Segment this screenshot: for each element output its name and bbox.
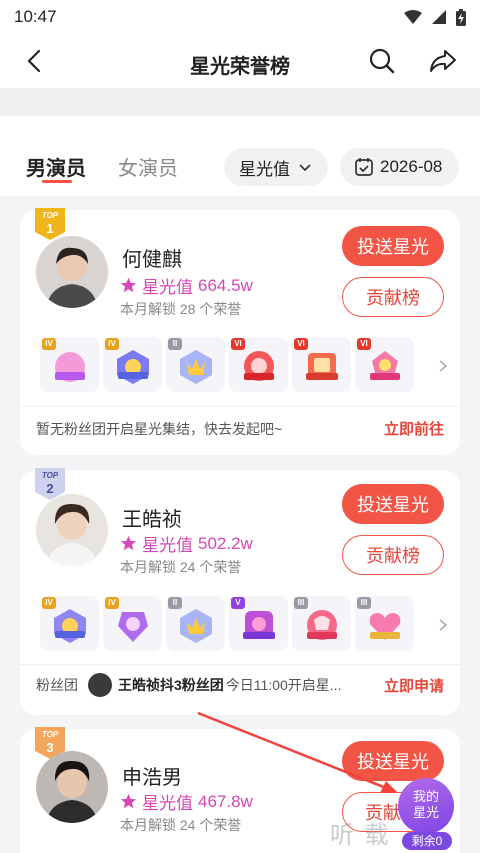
medal-badge[interactable]: II	[166, 337, 225, 392]
medal-badge[interactable]: IV	[40, 337, 99, 392]
medal-row: IV IV II V III III	[40, 596, 414, 651]
active-tab-indicator	[42, 180, 72, 183]
fan-club-event-text: 今日11:00开启星...	[225, 677, 342, 693]
wifi-icon	[404, 10, 422, 24]
star-icon	[120, 793, 137, 809]
rank-number: 1	[46, 221, 54, 236]
fan-club-avatar	[88, 673, 112, 697]
avatar[interactable]	[36, 236, 108, 308]
battery-icon	[456, 8, 466, 26]
avatar[interactable]	[36, 494, 108, 566]
contribution-list-button[interactable]: 贡献榜	[342, 535, 444, 575]
tab-male-actors[interactable]: 男演员	[26, 152, 86, 181]
tab-female-actors[interactable]: 女演员	[118, 152, 178, 181]
rank-number: 2	[46, 481, 54, 496]
unlock-text: 本月解锁 28 个荣誉	[120, 301, 242, 317]
calendar-icon	[355, 158, 373, 176]
medal-badge[interactable]: VI	[355, 337, 414, 392]
my-starlight-line1: 我的	[412, 789, 439, 804]
unlock-text: 本月解锁 24 个荣誉	[120, 817, 242, 833]
star-value-row: 星光值 467.8w	[120, 789, 253, 814]
date-picker[interactable]: 2026-08	[340, 148, 459, 186]
sort-label: 星光值	[239, 159, 290, 179]
apply-now-link[interactable]: 立即申请	[384, 675, 444, 696]
medal-badge[interactable]: III	[292, 596, 351, 651]
star-value: 664.5w	[198, 275, 253, 295]
star-label: 星光值	[142, 278, 193, 297]
medal-badge[interactable]: VI	[292, 337, 351, 392]
actor-name: 申浩男	[122, 767, 182, 789]
star-icon	[120, 277, 137, 293]
ranking-card-3: TOP 3 申浩男 星光值 467.8w 本月解锁 24 个荣誉 投送星光 贡献	[20, 727, 460, 853]
send-starlight-button[interactable]: 投送星光	[342, 226, 444, 266]
ranking-card-2: TOP 2 王皓祯 星光值 502.2w 本月解锁 24 个荣誉 投送星光 贡献…	[20, 468, 460, 715]
fan-club-label: 粉丝团	[36, 677, 78, 693]
remaining-count-badge: 剩余0	[402, 832, 452, 850]
status-icons	[404, 8, 466, 26]
rank-top-text: TOP	[41, 211, 59, 220]
star-label: 星光值	[142, 794, 193, 813]
medal-badge[interactable]: VI	[229, 337, 288, 392]
fan-club-empty-text: 暂无粉丝团开启星光集结，快去发起吧~	[36, 421, 283, 437]
chevron-down-icon	[299, 164, 311, 172]
medal-row: IV IV II VI VI VI	[40, 337, 414, 392]
watermark: 听 载	[330, 822, 391, 849]
sort-dropdown[interactable]: 星光值	[224, 148, 328, 186]
fan-club-row: 粉丝团 王皓祯抖3粉丝团 今日11:00开启星...	[36, 673, 366, 697]
medal-badge[interactable]: IV	[103, 596, 162, 651]
my-starlight-line2: 星光	[412, 805, 439, 820]
medal-badge[interactable]: IV	[40, 596, 99, 651]
page-title: 星光荣誉榜	[190, 56, 290, 78]
star-label: 星光值	[142, 536, 193, 555]
status-time: 10:47	[14, 7, 57, 26]
send-starlight-button[interactable]: 投送星光	[342, 741, 444, 781]
rank-top-text: TOP	[41, 730, 59, 739]
star-value: 467.8w	[198, 791, 253, 811]
actor-name: 何健麒	[122, 249, 182, 271]
actor-name: 王皓祯	[122, 509, 182, 531]
nav-bar: 星光荣誉榜	[0, 34, 480, 88]
medal-badge[interactable]: II	[166, 596, 225, 651]
rank-badge-gold: TOP 1	[35, 208, 65, 240]
my-starlight-button[interactable]: 我的 星光	[398, 778, 454, 834]
contribution-list-button[interactable]: 贡献榜	[342, 277, 444, 317]
divider	[20, 664, 460, 665]
rank-top-text: TOP	[41, 471, 59, 480]
signal-icon	[432, 10, 446, 24]
go-now-link[interactable]: 立即前往	[384, 418, 444, 439]
star-value-row: 星光值 502.2w	[120, 531, 253, 556]
medal-badge[interactable]: IV	[103, 337, 162, 392]
chevron-right-icon[interactable]	[436, 618, 450, 632]
header-band	[0, 88, 480, 116]
date-label: 2026-08	[380, 157, 443, 176]
search-icon[interactable]	[368, 47, 396, 75]
star-icon	[120, 535, 137, 551]
medal-badge[interactable]: III	[355, 596, 414, 651]
medal-badge[interactable]: V	[229, 596, 288, 651]
unlock-text: 本月解锁 24 个荣誉	[120, 559, 242, 575]
divider	[20, 406, 460, 407]
ranking-card-1: TOP 1 何健麒 星光值 664.5w 本月解锁 28 个荣誉 投送星光 贡献…	[20, 208, 460, 455]
star-value: 502.2w	[198, 533, 253, 553]
send-starlight-button[interactable]: 投送星光	[342, 484, 444, 524]
share-icon[interactable]	[428, 47, 458, 75]
avatar[interactable]	[36, 751, 108, 823]
status-bar: 10:47	[0, 0, 480, 34]
chevron-right-icon[interactable]	[436, 359, 450, 373]
fan-club-name[interactable]: 王皓祯抖3粉丝团	[118, 675, 224, 695]
star-value-row: 星光值 664.5w	[120, 273, 253, 298]
